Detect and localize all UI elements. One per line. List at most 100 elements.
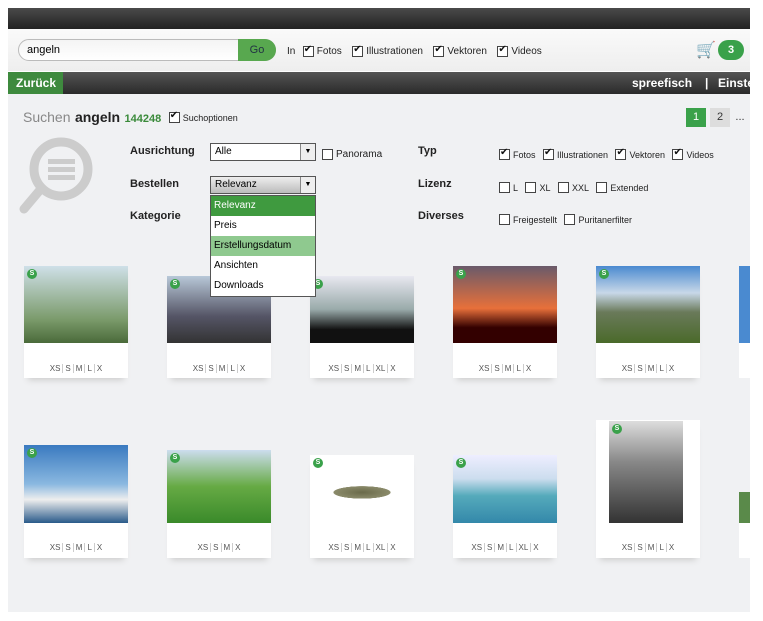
size-link[interactable]: XS xyxy=(619,364,636,373)
image-card[interactable]: S XS S M L XL X xyxy=(310,455,414,558)
size-link[interactable]: X xyxy=(95,543,104,552)
ausrichtung-select[interactable]: Alle ▼ xyxy=(210,143,316,161)
image-card[interactable]: S XS S M L XL X xyxy=(453,455,557,558)
image-card[interactable]: S XS S M L X xyxy=(596,266,700,378)
size-link[interactable]: X xyxy=(667,364,676,373)
size-link[interactable]: XS xyxy=(326,364,343,373)
image-card[interactable]: S XS S M L X xyxy=(24,445,128,558)
size-link[interactable]: XS xyxy=(195,543,212,552)
size-link[interactable]: XL xyxy=(373,543,389,552)
size-link[interactable]: M xyxy=(495,543,508,552)
size-link[interactable]: S xyxy=(635,364,646,373)
size-link[interactable]: XL xyxy=(373,364,389,373)
page-2-button[interactable]: 2 xyxy=(710,108,730,127)
thumbnail-image[interactable] xyxy=(609,421,683,523)
size-link[interactable]: X xyxy=(524,364,533,373)
cart-count-badge[interactable]: 3 xyxy=(718,40,744,60)
size-link[interactable]: M xyxy=(73,364,86,373)
option-ansichten[interactable]: Ansichten xyxy=(211,256,315,276)
size-link[interactable]: L xyxy=(364,364,374,373)
option-downloads[interactable]: Downloads xyxy=(211,276,315,296)
size-link[interactable]: L xyxy=(507,543,517,552)
size-link[interactable]: S xyxy=(635,543,646,552)
size-link[interactable]: S xyxy=(492,364,503,373)
size-link[interactable]: S xyxy=(206,364,217,373)
thumbnail-image[interactable] xyxy=(310,276,414,343)
cart-icon[interactable]: 🛒 xyxy=(696,40,716,60)
typ-illustrationen-checkbox[interactable] xyxy=(542,147,554,161)
size-link[interactable]: XS xyxy=(47,364,64,373)
size-link[interactable]: XS xyxy=(326,543,343,552)
size-link[interactable]: X xyxy=(233,543,242,552)
suchoptionen-checkbox[interactable] xyxy=(168,110,180,124)
thumbnail-image[interactable] xyxy=(24,266,128,343)
lizenz-l-checkbox[interactable] xyxy=(499,182,510,194)
size-link[interactable]: L xyxy=(85,364,95,373)
go-button[interactable]: Go xyxy=(238,39,276,61)
size-link[interactable]: S xyxy=(63,364,74,373)
image-card[interactable]: S XS S M L X xyxy=(596,420,700,558)
lizenz-extended-checkbox[interactable] xyxy=(596,182,608,194)
size-link[interactable]: M xyxy=(502,364,515,373)
bestellen-select[interactable]: Relevanz ▼ xyxy=(210,176,316,194)
size-link[interactable]: S xyxy=(211,543,222,552)
thumbnail-image[interactable] xyxy=(453,455,557,523)
size-link[interactable]: XL xyxy=(516,543,532,552)
size-link[interactable]: L xyxy=(228,364,238,373)
size-link[interactable]: L xyxy=(657,543,667,552)
illustrationen-checkbox[interactable] xyxy=(352,44,364,58)
option-relevanz[interactable]: Relevanz xyxy=(211,196,315,216)
size-link[interactable]: X xyxy=(95,364,104,373)
size-link[interactable]: M xyxy=(73,543,86,552)
videos-checkbox[interactable] xyxy=(497,44,509,58)
page-1-button[interactable]: 1 xyxy=(686,108,706,127)
size-link[interactable]: M xyxy=(216,364,229,373)
size-link[interactable]: M xyxy=(352,543,365,552)
thumbnail-image[interactable] xyxy=(24,445,128,523)
size-link[interactable]: S xyxy=(342,543,353,552)
size-link[interactable]: XS xyxy=(476,364,493,373)
size-link[interactable]: XS xyxy=(190,364,207,373)
size-link[interactable]: XS xyxy=(619,543,636,552)
size-link[interactable]: L xyxy=(657,364,667,373)
thumbnail-image[interactable] xyxy=(739,492,750,523)
fotos-checkbox[interactable] xyxy=(302,44,314,58)
image-card[interactable]: S XS S M X xyxy=(167,450,271,558)
thumbnail-image[interactable] xyxy=(739,266,750,343)
size-link[interactable]: XS xyxy=(469,543,486,552)
puritanerfilter-checkbox[interactable] xyxy=(564,214,576,226)
image-card[interactable] xyxy=(739,266,750,378)
thumbnail-image[interactable] xyxy=(310,455,414,523)
settings-link[interactable]: Einste xyxy=(718,76,754,90)
image-card[interactable] xyxy=(739,492,750,558)
lizenz-xl-checkbox[interactable] xyxy=(525,182,537,194)
image-card[interactable]: S XS S M L X xyxy=(453,266,557,378)
size-link[interactable]: X xyxy=(531,543,540,552)
size-link[interactable]: L xyxy=(514,364,524,373)
thumbnail-image[interactable] xyxy=(453,266,557,343)
thumbnail-image[interactable] xyxy=(596,266,700,343)
size-link[interactable]: M xyxy=(645,543,658,552)
option-erstellungsdatum[interactable]: Erstellungsdatum xyxy=(211,236,315,256)
option-preis[interactable]: Preis xyxy=(211,216,315,236)
freigestellt-checkbox[interactable] xyxy=(499,214,510,226)
size-link[interactable]: X xyxy=(667,543,676,552)
size-link[interactable]: X xyxy=(238,364,247,373)
size-link[interactable]: M xyxy=(645,364,658,373)
panorama-checkbox[interactable] xyxy=(322,149,333,161)
back-button[interactable]: Zurück xyxy=(8,72,63,94)
user-link[interactable]: spreefisch xyxy=(632,76,692,90)
typ-videos-checkbox[interactable] xyxy=(672,147,684,161)
size-link[interactable]: X xyxy=(388,364,397,373)
image-card[interactable]: S XS S M L X xyxy=(24,266,128,378)
thumbnail-image[interactable] xyxy=(167,450,271,523)
size-link[interactable]: XS xyxy=(47,543,64,552)
typ-fotos-checkbox[interactable] xyxy=(499,147,510,161)
vektoren-checkbox[interactable] xyxy=(433,44,445,58)
size-link[interactable]: M xyxy=(352,364,365,373)
more-pages[interactable]: ... xyxy=(733,108,747,127)
size-link[interactable]: S xyxy=(342,364,353,373)
size-link[interactable]: S xyxy=(63,543,74,552)
size-link[interactable]: X xyxy=(388,543,397,552)
size-link[interactable]: L xyxy=(85,543,95,552)
